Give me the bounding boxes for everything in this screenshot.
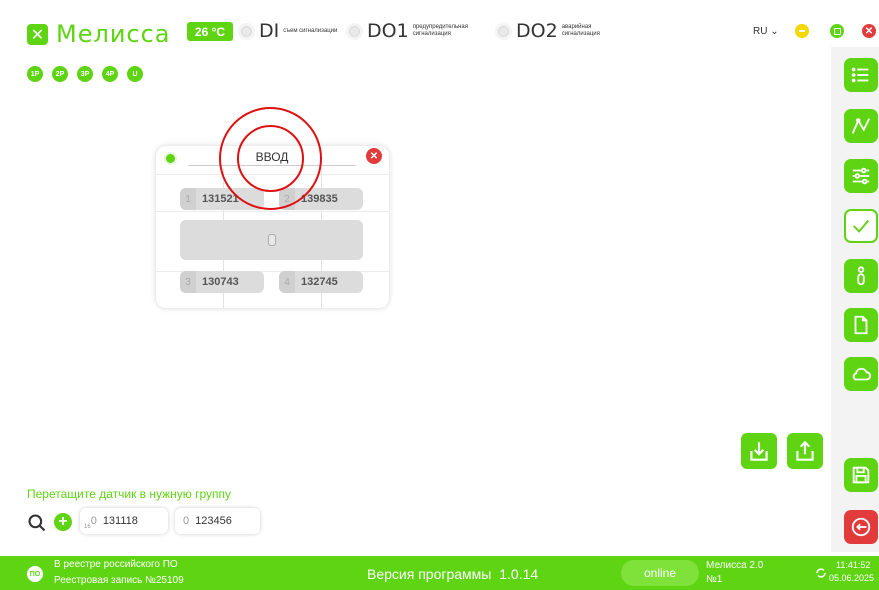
document-button[interactable]: [844, 308, 878, 342]
lock-icon: [267, 234, 276, 246]
temperature-badge: 26 °C: [187, 22, 233, 41]
grid-line: [156, 211, 389, 212]
language-select[interactable]: RU ⌄: [753, 26, 779, 37]
registry-icon: ПО: [27, 566, 43, 582]
slot-value: 130743: [202, 276, 239, 288]
cloud-icon: [852, 367, 872, 381]
sensor-index: 0: [183, 515, 190, 527]
download-icon: [750, 442, 768, 461]
phase-4p-button[interactable]: 4P: [102, 66, 118, 82]
minimize-button[interactable]: [795, 24, 809, 38]
slot-value: 132745: [301, 276, 338, 288]
version-label: Версия программы: [367, 566, 492, 582]
info-button[interactable]: [844, 259, 878, 293]
footer: ПО В реестре российского ПО Реестровая з…: [0, 556, 879, 590]
check-icon: [853, 219, 870, 233]
app-window: ✕ Мелисса 26 °C DI съем сигнализации DO1…: [0, 0, 879, 590]
logo-icon: ✕: [27, 23, 48, 45]
sensor-chip[interactable]: 0 123456: [175, 508, 260, 534]
document-icon: [854, 315, 868, 335]
list-button[interactable]: [844, 58, 878, 92]
header: ✕ Мелисса 26 °C DI съем сигнализации DO1…: [0, 0, 879, 62]
clock-time: 11:41:52: [836, 560, 871, 570]
chart-button[interactable]: [844, 109, 878, 143]
slot-index: 4: [279, 271, 295, 293]
sensor-chip[interactable]: 16 0 131118: [80, 508, 168, 534]
slot-index: 1: [180, 188, 196, 210]
exit-icon: [851, 517, 871, 537]
import-button[interactable]: [741, 433, 777, 469]
chart-icon: [851, 118, 871, 134]
sensor-slot[interactable]: 3 130743: [180, 271, 264, 293]
upload-icon: [796, 440, 814, 461]
signal-do1[interactable]: DO1 предупредительная сигнализация: [346, 20, 493, 42]
drag-hint: Перетащите датчик в нужную группу: [27, 487, 232, 501]
version-info: Версия программы 1.0.14: [367, 566, 538, 582]
signal-indicator-icon: [346, 22, 363, 40]
signal-desc: предупредительная сигнализация: [412, 24, 468, 37]
phase-2p-button[interactable]: 2P: [52, 66, 68, 82]
signal-code: DO2: [516, 20, 558, 42]
settings-icon: [852, 167, 870, 185]
check-button[interactable]: [844, 209, 878, 243]
export-button[interactable]: [787, 433, 823, 469]
list-icon: [851, 67, 869, 83]
logo: ✕ Мелисса: [27, 20, 171, 48]
signal-desc: съем сигнализации: [283, 27, 338, 34]
phase-1p-button[interactable]: 1P: [27, 66, 43, 82]
signal-desc: аварийная сигнализация: [561, 24, 600, 37]
close-button[interactable]: ✕: [862, 24, 876, 38]
signal-do2[interactable]: DO2 аварийная сигнализация: [495, 20, 622, 42]
info-icon: [857, 266, 865, 286]
add-sensor-button[interactable]: +: [54, 513, 72, 531]
status-dot-icon: [166, 154, 175, 163]
save-button[interactable]: [844, 458, 878, 492]
app-name: Мелисса: [56, 20, 171, 48]
settings-button[interactable]: [844, 159, 878, 193]
signal-di[interactable]: DI съем сигнализации: [238, 20, 343, 42]
clock-date: 05.06.2025: [829, 573, 875, 583]
device-number: №1: [706, 574, 723, 585]
search-icon[interactable]: [27, 513, 47, 533]
sync-icon[interactable]: [815, 567, 827, 579]
sensor-slot[interactable]: 4 132745: [279, 271, 363, 293]
phase-filter: 1P 2P 3P 4P U: [27, 66, 152, 82]
registry-text: В реестре российского ПО: [54, 559, 178, 570]
center-sensor-slot[interactable]: [180, 220, 363, 260]
maximize-button[interactable]: [830, 24, 844, 38]
phase-3p-button[interactable]: 3P: [77, 66, 93, 82]
sensor-subscript: 16: [84, 524, 91, 530]
save-icon: [852, 466, 870, 484]
version-number: 1.0.14: [499, 566, 539, 582]
sensor-value: 131118: [102, 515, 138, 527]
slot-index: 3: [180, 271, 196, 293]
signal-indicator-icon: [495, 22, 512, 40]
exit-button[interactable]: [844, 510, 878, 544]
sensor-value: 123456: [195, 515, 232, 527]
signal-code: DI: [259, 20, 280, 42]
delete-group-button[interactable]: ✕: [366, 148, 382, 164]
phase-u-button[interactable]: U: [127, 66, 143, 82]
signal-indicator-icon: [238, 22, 255, 40]
signal-code: DO1: [367, 20, 409, 42]
device-name: Мелисса 2.0: [706, 560, 764, 571]
status-badge: online: [621, 560, 699, 586]
sensor-index: 0: [90, 515, 97, 527]
highlight-circle-inner: [237, 125, 304, 192]
cloud-button[interactable]: [844, 357, 878, 391]
registry-number: Реестровая запись №25109: [54, 575, 184, 586]
